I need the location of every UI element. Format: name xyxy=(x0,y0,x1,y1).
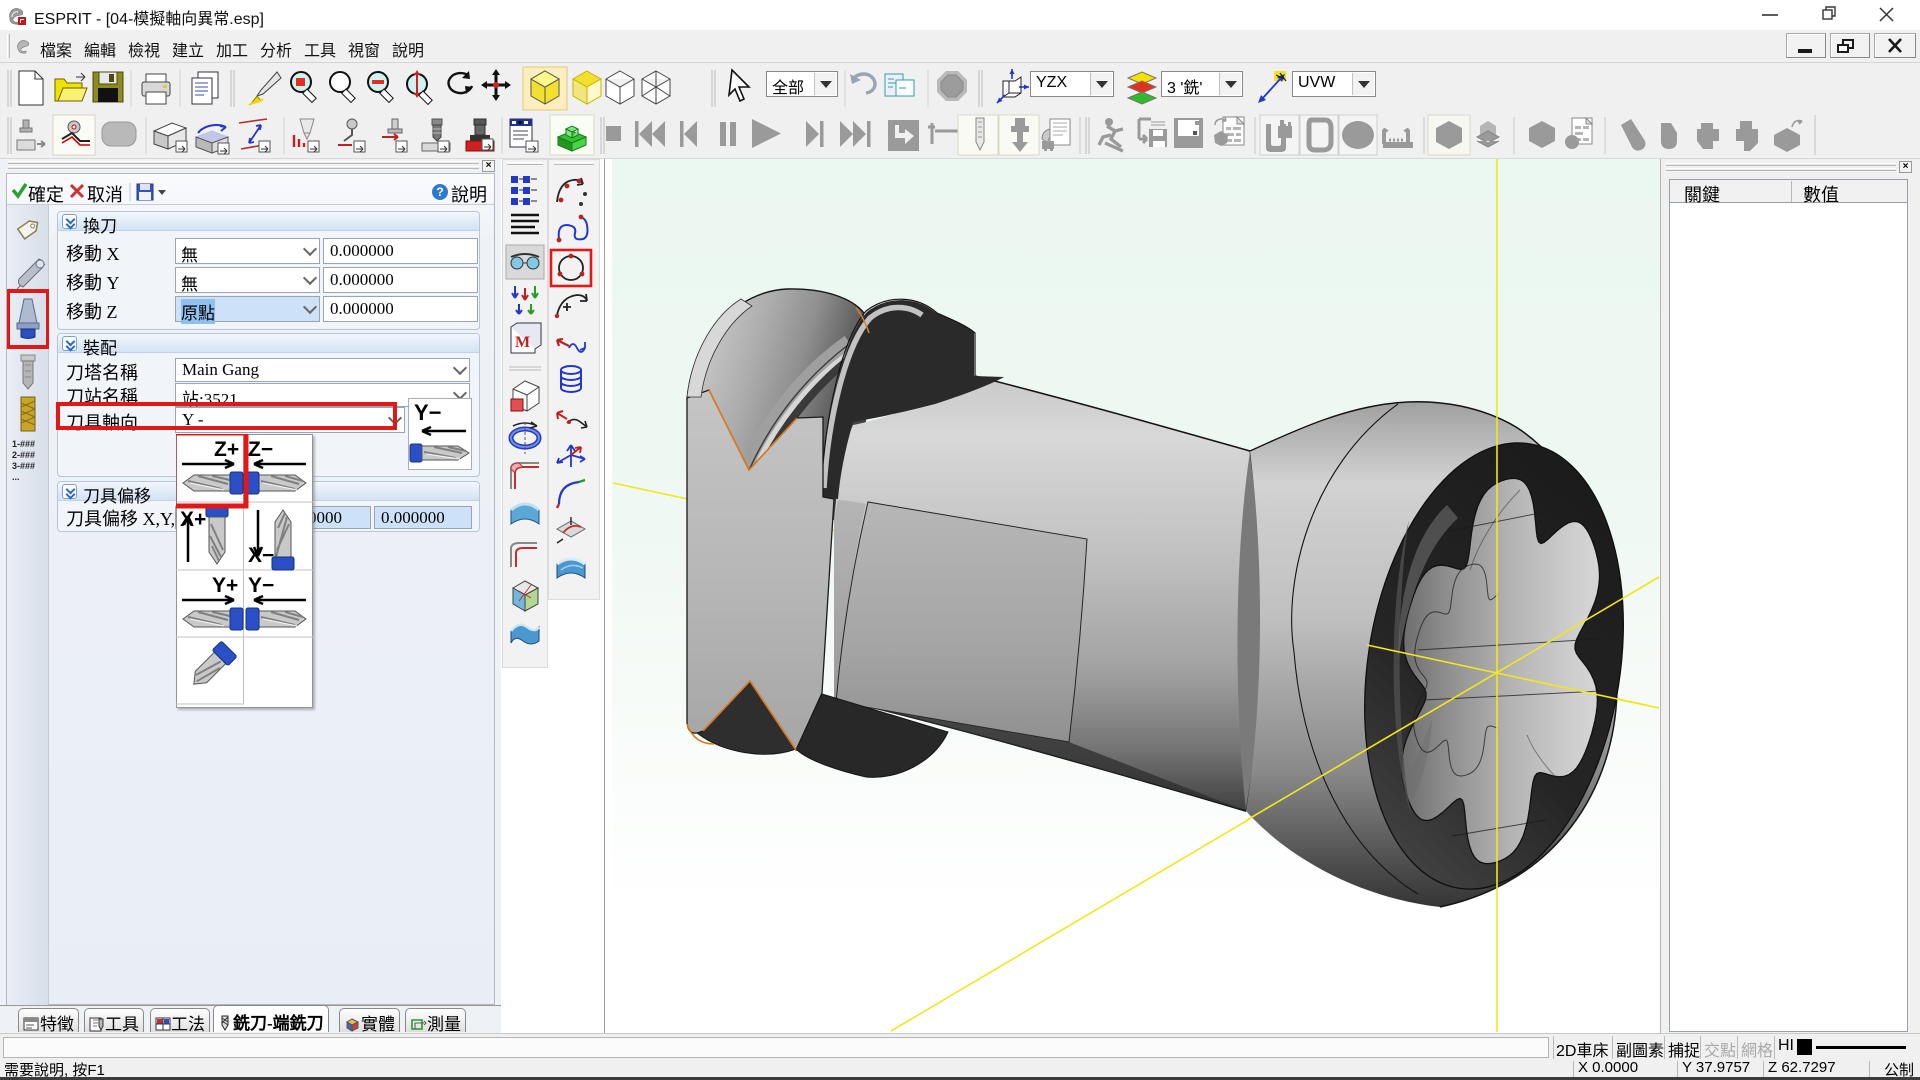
svg-text:Y−: Y− xyxy=(414,400,442,425)
svg-text:?: ? xyxy=(436,185,443,199)
svg-text:1-###: 1-### xyxy=(12,439,35,449)
svg-text:...: ... xyxy=(12,472,20,482)
svg-text:Y−: Y− xyxy=(248,574,274,597)
svg-text:Z+: Z+ xyxy=(214,438,239,461)
svg-text:3-###: 3-### xyxy=(12,461,35,471)
svg-text:M: M xyxy=(515,334,530,351)
svg-text:Z−: Z− xyxy=(248,438,273,461)
svg-text:X+: X+ xyxy=(180,508,206,531)
svg-text:Y+: Y+ xyxy=(212,574,238,597)
svg-text:2-###: 2-### xyxy=(12,450,35,460)
